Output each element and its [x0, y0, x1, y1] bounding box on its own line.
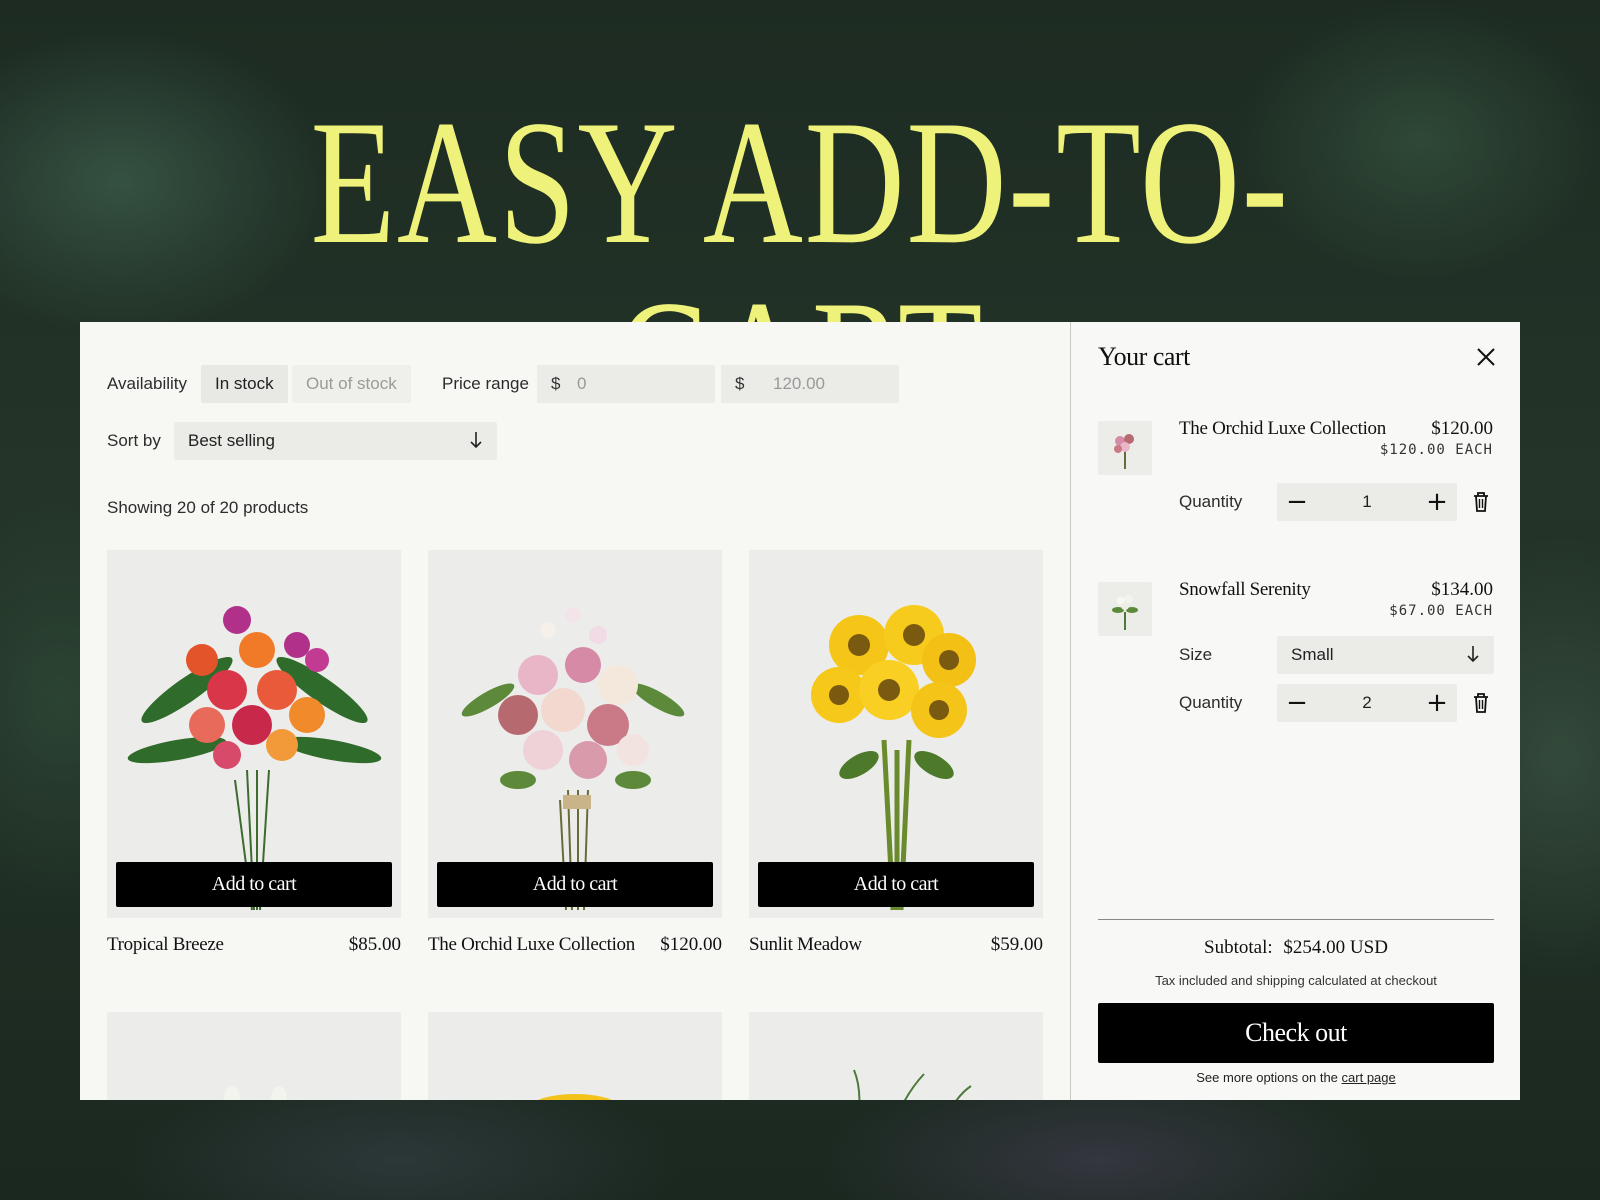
trash-icon[interactable]: [1471, 692, 1491, 714]
increase-quantity-button[interactable]: +: [1417, 483, 1457, 521]
quantity-stepper[interactable]: − 2 +: [1277, 684, 1457, 722]
product-name[interactable]: The Orchid Luxe Collection: [428, 934, 635, 956]
more-options-note: See more options on the cart page: [1098, 1070, 1494, 1085]
product-name[interactable]: Sunlit Meadow: [749, 934, 862, 956]
cart-title: Your cart: [1098, 342, 1190, 371]
arrow-down-icon: [470, 432, 482, 449]
bouquet-image: [1114, 434, 1134, 469]
sort-label: Sort by: [107, 431, 161, 450]
sort-select[interactable]: Best selling: [174, 422, 497, 460]
subtotal-value: $254.00 USD: [1283, 937, 1388, 958]
cart-item-total: $134.00: [1431, 579, 1493, 600]
arrow-down-icon: [1467, 646, 1479, 663]
cart-item-unit-price: $67.00 EACH: [1389, 603, 1493, 619]
bouquet-image: [1112, 595, 1138, 630]
close-icon[interactable]: [1476, 347, 1496, 367]
add-to-cart-button[interactable]: Add to cart: [437, 862, 713, 907]
in-stock-filter[interactable]: In stock: [201, 365, 288, 403]
bouquet-image: [853, 1069, 972, 1100]
trash-icon[interactable]: [1471, 491, 1491, 513]
price-range-label: Price range: [442, 374, 529, 393]
cart-drawer: Your cart The Orchid Luxe Collection $12…: [1070, 322, 1520, 1100]
quantity-label: Quantity: [1179, 492, 1243, 511]
hero-title: EASY ADD-TO-CART: [310, 83, 1290, 452]
tax-note: Tax included and shipping calculated at …: [1155, 973, 1437, 988]
results-count: Showing 20 of 20 products: [107, 498, 309, 517]
cart-item-unit-price: $120.00 EACH: [1379, 442, 1493, 458]
add-to-cart-button[interactable]: Add to cart: [758, 862, 1034, 907]
collection-area: Availability In stock Out of stock Price…: [80, 322, 1070, 1100]
quantity-stepper[interactable]: − 1 +: [1277, 483, 1457, 521]
sort-value: Best selling: [188, 431, 275, 450]
more-options-text: See more options on the: [1196, 1070, 1338, 1085]
price-max-input[interactable]: [773, 365, 893, 403]
decrease-quantity-button[interactable]: −: [1277, 684, 1317, 722]
product-card-partial[interactable]: [107, 1012, 401, 1100]
cart-item-name[interactable]: The Orchid Luxe Collection: [1179, 418, 1386, 440]
subtotal-row: Subtotal: $254.00 USD: [1098, 937, 1494, 959]
currency-symbol: $: [551, 374, 561, 393]
divider: [1098, 919, 1494, 920]
product-card-partial[interactable]: [749, 1012, 1043, 1100]
bouquet-image: [538, 1094, 612, 1100]
cart-item-total: $120.00: [1431, 418, 1493, 439]
bouquet-image: [224, 1086, 287, 1100]
price-min-input[interactable]: [577, 365, 697, 403]
quantity-label: Quantity: [1179, 693, 1243, 712]
increase-quantity-button[interactable]: +: [1417, 684, 1457, 722]
price-max-field[interactable]: $: [721, 365, 899, 403]
add-to-cart-button[interactable]: Add to cart: [116, 862, 392, 907]
shop-panel: Availability In stock Out of stock Price…: [80, 322, 1520, 1100]
cart-item-thumbnail[interactable]: [1098, 421, 1152, 475]
product-price: $85.00: [348, 934, 401, 955]
product-price: $59.00: [990, 934, 1043, 955]
product-price: $120.00: [660, 934, 722, 955]
product-card-partial[interactable]: [428, 1012, 722, 1100]
size-select[interactable]: Small: [1277, 636, 1494, 674]
decrease-quantity-button[interactable]: −: [1277, 483, 1317, 521]
size-label: Size: [1179, 645, 1213, 664]
quantity-value[interactable]: 2: [1337, 693, 1397, 713]
quantity-value[interactable]: 1: [1337, 492, 1397, 512]
availability-label: Availability: [107, 374, 188, 393]
currency-symbol: $: [735, 374, 745, 393]
product-name[interactable]: Tropical Breeze: [107, 934, 224, 956]
subtotal-label: Subtotal:: [1204, 937, 1273, 958]
price-min-field[interactable]: $: [537, 365, 715, 403]
cart-page-link[interactable]: cart page: [1342, 1070, 1396, 1085]
size-value: Small: [1291, 645, 1334, 664]
checkout-button[interactable]: Check out: [1098, 1003, 1494, 1063]
cart-item-thumbnail[interactable]: [1098, 582, 1152, 636]
out-of-stock-filter[interactable]: Out of stock: [292, 365, 411, 403]
cart-item-name[interactable]: Snowfall Serenity: [1179, 579, 1311, 601]
